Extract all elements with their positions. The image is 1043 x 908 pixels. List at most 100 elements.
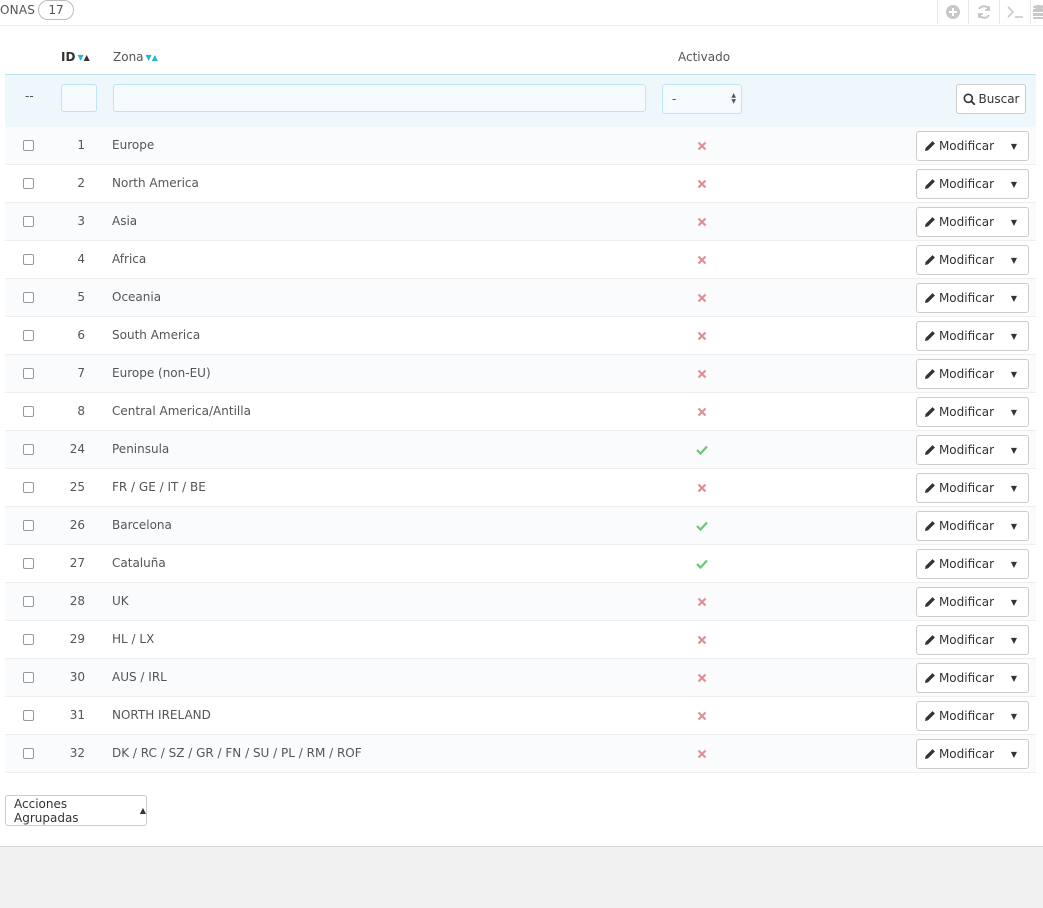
caret-down-icon[interactable]: ▼ — [1000, 474, 1028, 502]
modify-button[interactable]: Modificar — [917, 132, 1001, 160]
modify-button[interactable]: Modificar — [917, 664, 1001, 692]
table-row[interactable]: 8 Central America/Antilla Modificar ▼ — [5, 393, 1036, 431]
active-filter-select[interactable]: - ▲ ▼ — [662, 84, 742, 114]
caret-down-icon[interactable]: ▼ — [1000, 398, 1028, 426]
enabled-check-icon[interactable] — [695, 443, 709, 457]
disabled-cross-icon[interactable] — [695, 671, 709, 685]
table-row[interactable]: 4 Africa Modificar ▼ — [5, 241, 1036, 279]
table-row[interactable]: 1 Europe Modificar ▼ — [5, 127, 1036, 165]
table-row[interactable]: 32 DK / RC / SZ / GR / FN / SU / PL / RM … — [5, 735, 1036, 773]
pencil-icon — [924, 711, 935, 721]
caret-down-icon[interactable]: ▼ — [1000, 208, 1028, 236]
row-checkbox[interactable] — [23, 178, 34, 189]
table-row[interactable]: 25 FR / GE / IT / BE Modificar ▼ — [5, 469, 1036, 507]
row-checkbox[interactable] — [23, 444, 34, 455]
caret-down-icon[interactable]: ▼ — [1000, 246, 1028, 274]
row-checkbox[interactable] — [23, 406, 34, 417]
disabled-cross-icon[interactable] — [695, 139, 709, 153]
sql-query-icon[interactable] — [999, 0, 1030, 24]
modify-button[interactable]: Modificar — [917, 588, 1001, 616]
modify-button[interactable]: Modificar — [917, 512, 1001, 540]
row-checkbox[interactable] — [23, 254, 34, 265]
table-row[interactable]: 24 Peninsula Modificar ▼ — [5, 431, 1036, 469]
table-row[interactable]: 2 North America Modificar ▼ — [5, 165, 1036, 203]
bulk-actions-button[interactable]: Acciones Agrupadas ▲ — [5, 795, 147, 826]
disabled-cross-icon[interactable] — [695, 709, 709, 723]
row-checkbox[interactable] — [23, 710, 34, 721]
search-button[interactable]: Buscar — [956, 84, 1026, 114]
modify-button[interactable]: Modificar — [917, 474, 1001, 502]
modify-button[interactable]: Modificar — [917, 246, 1001, 274]
caret-down-icon[interactable]: ▼ — [1000, 132, 1028, 160]
table-row[interactable]: 7 Europe (non-EU) Modificar ▼ — [5, 355, 1036, 393]
table-row[interactable]: 6 South America Modificar ▼ — [5, 317, 1036, 355]
caret-down-icon[interactable]: ▼ — [1000, 664, 1028, 692]
row-zone-name: FR / GE / IT / BE — [112, 480, 206, 494]
zone-filter-input[interactable] — [113, 84, 646, 112]
caret-down-icon[interactable]: ▼ — [1000, 702, 1028, 730]
table-row[interactable]: 5 Oceania Modificar ▼ — [5, 279, 1036, 317]
disabled-cross-icon[interactable] — [695, 633, 709, 647]
disabled-cross-icon[interactable] — [695, 405, 709, 419]
table-row[interactable]: 3 Asia Modificar ▼ — [5, 203, 1036, 241]
table-row[interactable]: 26 Barcelona Modificar ▼ — [5, 507, 1036, 545]
sort-id-icon[interactable]: ▼▲ — [77, 53, 89, 62]
disabled-cross-icon[interactable] — [695, 367, 709, 381]
caret-down-icon[interactable]: ▼ — [1000, 512, 1028, 540]
disabled-cross-icon[interactable] — [695, 481, 709, 495]
table-row[interactable]: 28 UK Modificar ▼ — [5, 583, 1036, 621]
modify-button[interactable]: Modificar — [917, 626, 1001, 654]
caret-down-icon[interactable]: ▼ — [1000, 170, 1028, 198]
row-checkbox[interactable] — [23, 748, 34, 759]
modify-button[interactable]: Modificar — [917, 208, 1001, 236]
modify-button[interactable]: Modificar — [917, 322, 1001, 350]
table-row[interactable]: 30 AUS / IRL Modificar ▼ — [5, 659, 1036, 697]
enabled-check-icon[interactable] — [695, 519, 709, 533]
disabled-cross-icon[interactable] — [695, 291, 709, 305]
modify-button[interactable]: Modificar — [917, 740, 1001, 768]
modify-button[interactable]: Modificar — [917, 702, 1001, 730]
sort-zone-icon[interactable]: ▼▲ — [146, 53, 158, 62]
caret-down-icon[interactable]: ▼ — [1000, 626, 1028, 654]
row-checkbox[interactable] — [23, 596, 34, 607]
disabled-cross-icon[interactable] — [695, 253, 709, 267]
id-filter-input[interactable] — [61, 84, 97, 112]
table-row[interactable]: 29 HL / LX Modificar ▼ — [5, 621, 1036, 659]
table-row[interactable]: 31 NORTH IRELAND Modificar ▼ — [5, 697, 1036, 735]
disabled-cross-icon[interactable] — [695, 747, 709, 761]
disabled-cross-icon[interactable] — [695, 595, 709, 609]
row-checkbox[interactable] — [23, 672, 34, 683]
row-checkbox[interactable] — [23, 292, 34, 303]
refresh-icon[interactable] — [968, 0, 999, 24]
modify-button[interactable]: Modificar — [917, 284, 1001, 312]
modify-button[interactable]: Modificar — [917, 398, 1001, 426]
disabled-cross-icon[interactable] — [695, 177, 709, 191]
caret-down-icon[interactable]: ▼ — [1000, 436, 1028, 464]
table-row[interactable]: 27 Cataluña Modificar ▼ — [5, 545, 1036, 583]
row-checkbox[interactable] — [23, 330, 34, 341]
caret-down-icon[interactable]: ▼ — [1000, 322, 1028, 350]
row-checkbox[interactable] — [23, 368, 34, 379]
row-checkbox[interactable] — [23, 482, 34, 493]
modify-button[interactable]: Modificar — [917, 170, 1001, 198]
modify-button[interactable]: Modificar — [917, 436, 1001, 464]
row-checkbox[interactable] — [23, 634, 34, 645]
modify-button[interactable]: Modificar — [917, 360, 1001, 388]
enabled-check-icon[interactable] — [695, 557, 709, 571]
database-icon[interactable] — [1030, 0, 1043, 24]
caret-down-icon[interactable]: ▼ — [1000, 588, 1028, 616]
caret-down-icon[interactable]: ▼ — [1000, 360, 1028, 388]
row-checkbox[interactable] — [23, 558, 34, 569]
row-checkbox[interactable] — [23, 140, 34, 151]
caret-down-icon[interactable]: ▼ — [1000, 284, 1028, 312]
row-actions-group: Modificar ▼ — [916, 321, 1029, 351]
modify-button[interactable]: Modificar — [917, 550, 1001, 578]
caret-down-icon[interactable]: ▼ — [1000, 550, 1028, 578]
caret-down-icon[interactable]: ▼ — [1000, 740, 1028, 768]
row-checkbox[interactable] — [23, 520, 34, 531]
modify-button-label: Modificar — [938, 481, 995, 495]
disabled-cross-icon[interactable] — [695, 329, 709, 343]
disabled-cross-icon[interactable] — [695, 215, 709, 229]
row-checkbox[interactable] — [23, 216, 34, 227]
add-new-icon[interactable] — [937, 0, 968, 24]
